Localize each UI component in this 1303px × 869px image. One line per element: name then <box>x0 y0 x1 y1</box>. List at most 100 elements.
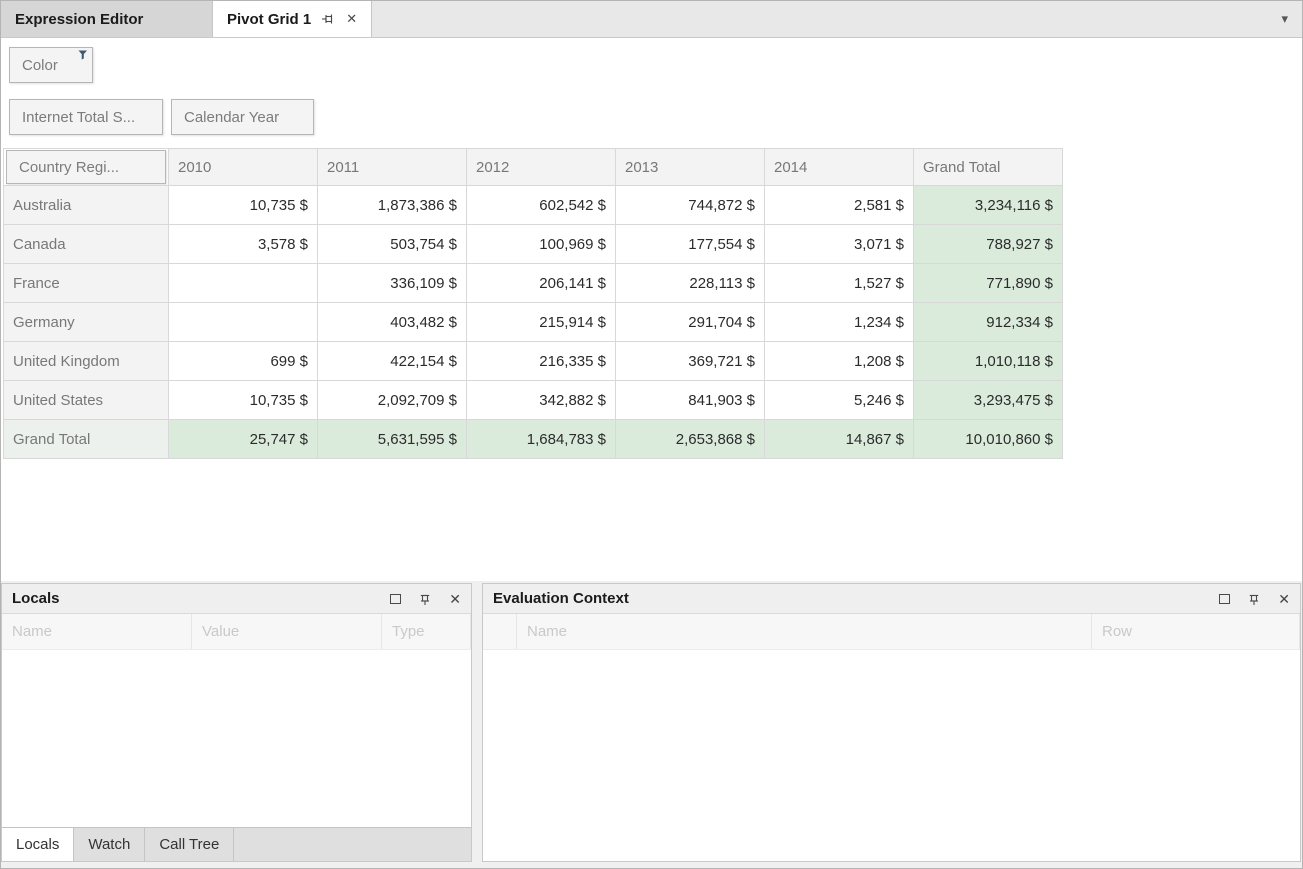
pivot-row-header-grand-total[interactable]: Grand Total <box>3 420 169 459</box>
pivot-data-cell[interactable]: 1,010,118 $ <box>914 342 1063 381</box>
tab-pivot-grid-label: Pivot Grid 1 <box>227 11 311 28</box>
chevron-down-icon[interactable]: ▾ <box>1267 11 1302 27</box>
filter-field-button-color[interactable]: Color <box>9 47 93 83</box>
pivot-data-cell[interactable]: 771,890 $ <box>914 264 1063 303</box>
pivot-column-header-2014[interactable]: 2014 <box>765 148 914 186</box>
filter-icon[interactable] <box>78 50 89 60</box>
pivot-data-cell[interactable] <box>169 264 318 303</box>
pivot-column-header-2013[interactable]: 2013 <box>616 148 765 186</box>
close-icon[interactable]: ✕ <box>449 592 461 606</box>
pivot-data-cell[interactable]: 25,747 $ <box>169 420 318 459</box>
evaluation-context-panel-title: Evaluation Context <box>493 590 629 607</box>
tab-pivot-grid[interactable]: Pivot Grid 1 ✕ <box>213 1 372 37</box>
pivot-data-cell[interactable]: 841,903 $ <box>616 381 765 420</box>
pin-icon[interactable] <box>321 12 336 26</box>
pivot-data-cell[interactable]: 100,969 $ <box>467 225 616 264</box>
pivot-data-cell[interactable]: 3,578 $ <box>169 225 318 264</box>
pivot-data-cell[interactable]: 422,154 $ <box>318 342 467 381</box>
pivot-column-header-grand-total[interactable]: Grand Total <box>914 148 1063 186</box>
bottom-dock: Locals ✕ <box>1 581 1302 868</box>
pivot-data-cell[interactable]: 1,234 $ <box>765 303 914 342</box>
locals-tab-call-tree[interactable]: Call Tree <box>145 828 234 861</box>
app-window: Expression Editor Pivot Grid 1 ✕ ▾ <box>0 0 1303 869</box>
data-field-button-internet-total-sales[interactable]: Internet Total S... <box>9 99 163 135</box>
pin-icon[interactable] <box>1247 591 1261 606</box>
pivot-data-cell[interactable]: 3,293,475 $ <box>914 381 1063 420</box>
pivot-data-cell[interactable]: 336,109 $ <box>318 264 467 303</box>
pivot-data-cell[interactable]: 602,542 $ <box>467 186 616 225</box>
pivot-row-header-france[interactable]: France <box>3 264 169 303</box>
pivot-data-cell[interactable]: 1,208 $ <box>765 342 914 381</box>
locals-column-value[interactable]: Value <box>192 614 382 649</box>
close-icon[interactable]: ✕ <box>1278 592 1290 606</box>
pivot-data-cell[interactable]: 291,704 $ <box>616 303 765 342</box>
pivot-data-cell[interactable]: 788,927 $ <box>914 225 1063 264</box>
pivot-data-cell[interactable]: 2,092,709 $ <box>318 381 467 420</box>
pivot-data-cell[interactable]: 699 $ <box>169 342 318 381</box>
evaluation-context-titlebar: Evaluation Context ✕ <box>483 584 1300 614</box>
pivot-column-header-2012[interactable]: 2012 <box>467 148 616 186</box>
pivot-data-cell[interactable]: 10,735 $ <box>169 186 318 225</box>
locals-tab-locals[interactable]: Locals <box>2 828 74 861</box>
pivot-data-cell[interactable]: 369,721 $ <box>616 342 765 381</box>
maximize-icon[interactable] <box>390 594 401 604</box>
pivot-row-header-united-kingdom[interactable]: United Kingdom <box>3 342 169 381</box>
locals-panel-title: Locals <box>12 590 60 607</box>
pivot-row-germany: Germany 403,482 $215,914 $291,704 $1,234 … <box>3 303 1063 342</box>
pivot-data-cell[interactable]: 14,867 $ <box>765 420 914 459</box>
pivot-data-cell[interactable]: 10,735 $ <box>169 381 318 420</box>
pivot-row-france: France 336,109 $206,141 $228,113 $1,527 $… <box>3 264 1063 303</box>
pivot-data-cell[interactable]: 912,334 $ <box>914 303 1063 342</box>
pivot-row-header-australia[interactable]: Australia <box>3 186 169 225</box>
pivot-corner-cell: Country Regi... <box>3 148 169 186</box>
pivot-column-header-2010[interactable]: 2010 <box>169 148 318 186</box>
pivot-data-cell[interactable]: 206,141 $ <box>467 264 616 303</box>
locals-column-name[interactable]: Name <box>2 614 192 649</box>
maximize-icon[interactable] <box>1219 594 1230 604</box>
pivot-data-header-area: Internet Total S... Calendar Year <box>9 99 314 135</box>
pivot-data-cell[interactable]: 3,071 $ <box>765 225 914 264</box>
pin-icon[interactable] <box>418 591 432 606</box>
evaluation-context-column-row[interactable]: Row <box>1092 614 1300 649</box>
locals-panel-icons: ✕ <box>390 591 461 606</box>
tab-expression-editor[interactable]: Expression Editor <box>1 1 213 37</box>
pivot-data-cell[interactable]: 342,882 $ <box>467 381 616 420</box>
data-field-button-calendar-year[interactable]: Calendar Year <box>171 99 314 135</box>
locals-column-headers: NameValueType <box>2 614 471 650</box>
pivot-data-cell[interactable]: 228,113 $ <box>616 264 765 303</box>
evaluation-context-column-name[interactable]: Name <box>517 614 1092 649</box>
locals-column-type[interactable]: Type <box>382 614 471 649</box>
pivot-data-cell[interactable]: 1,873,386 $ <box>318 186 467 225</box>
pivot-data-cell[interactable]: 5,246 $ <box>765 381 914 420</box>
pivot-row-united-states: United States10,735 $2,092,709 $342,882 … <box>3 381 1063 420</box>
pivot-data-cell[interactable]: 1,684,783 $ <box>467 420 616 459</box>
pivot-data-cell[interactable] <box>169 303 318 342</box>
pivot-data-cell[interactable]: 2,653,868 $ <box>616 420 765 459</box>
pivot-data-cell[interactable]: 1,527 $ <box>765 264 914 303</box>
pivot-column-headers: 20102011201220132014Grand Total <box>169 148 1063 186</box>
tab-expression-editor-label: Expression Editor <box>15 11 143 28</box>
pivot-row-grand-total: Grand Total25,747 $5,631,595 $1,684,783 … <box>3 420 1063 459</box>
pivot-data-cell[interactable]: 2,581 $ <box>765 186 914 225</box>
pivot-data-cell[interactable]: 5,631,595 $ <box>318 420 467 459</box>
locals-titlebar: Locals ✕ <box>2 584 471 614</box>
pivot-row-header-united-states[interactable]: United States <box>3 381 169 420</box>
evaluation-context-body <box>483 650 1300 861</box>
pivot-data-cell[interactable]: 10,010,860 $ <box>914 420 1063 459</box>
pivot-data-cell[interactable]: 403,482 $ <box>318 303 467 342</box>
locals-body <box>2 650 471 827</box>
locals-tab-watch[interactable]: Watch <box>74 828 145 861</box>
pivot-data-cell[interactable]: 177,554 $ <box>616 225 765 264</box>
row-field-button-country-region[interactable]: Country Regi... <box>6 150 166 184</box>
pivot-data-cell[interactable]: 216,335 $ <box>467 342 616 381</box>
pivot-data-cell[interactable]: 503,754 $ <box>318 225 467 264</box>
pivot-column-header-2011[interactable]: 2011 <box>318 148 467 186</box>
pivot-header-row: Country Regi... 20102011201220132014Gran… <box>3 148 1063 186</box>
close-icon[interactable]: ✕ <box>346 11 357 27</box>
pivot-row-header-germany[interactable]: Germany <box>3 303 169 342</box>
pivot-row-header-canada[interactable]: Canada <box>3 225 169 264</box>
filter-field-label: Color <box>22 57 58 74</box>
pivot-data-cell[interactable]: 3,234,116 $ <box>914 186 1063 225</box>
pivot-data-cell[interactable]: 744,872 $ <box>616 186 765 225</box>
pivot-data-cell[interactable]: 215,914 $ <box>467 303 616 342</box>
